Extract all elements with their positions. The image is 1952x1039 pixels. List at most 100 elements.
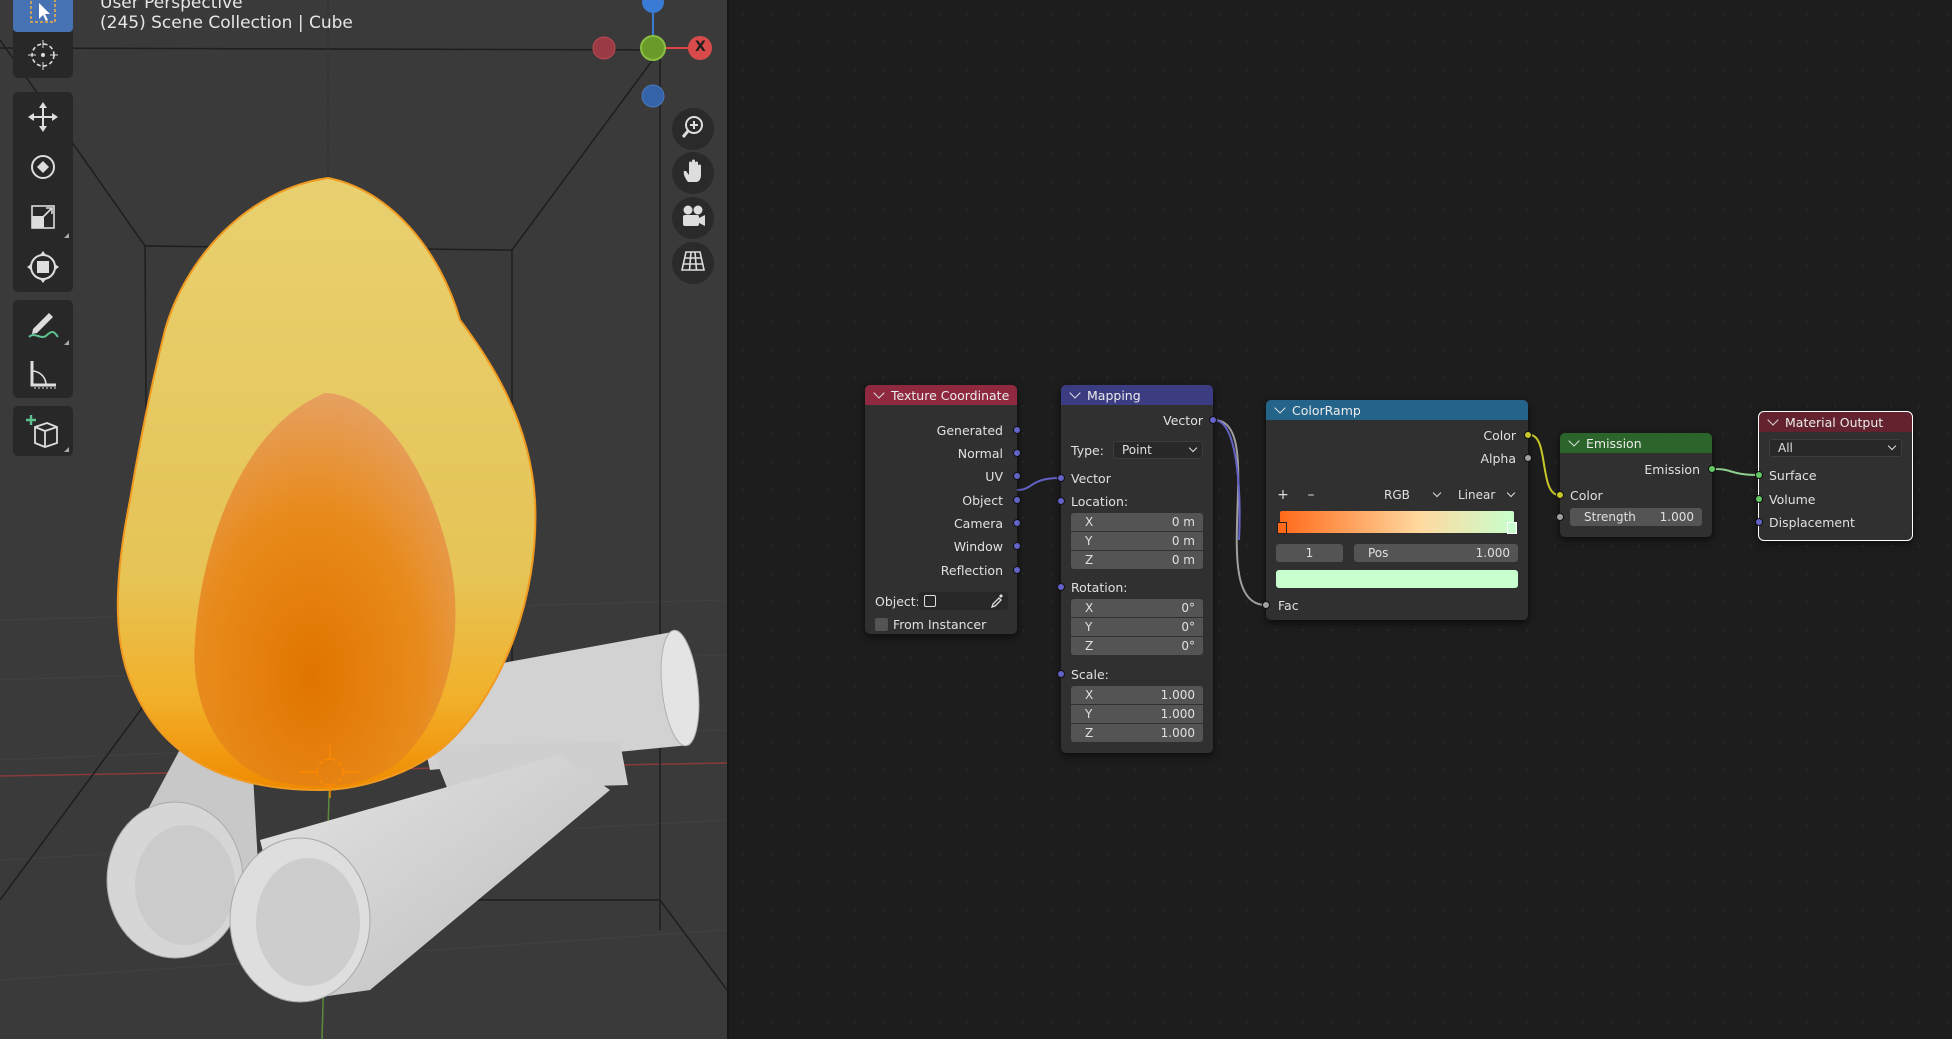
transform-tool[interactable] [13, 242, 73, 292]
add-cube-tool[interactable] [13, 406, 73, 456]
socket-emission-out[interactable] [1708, 465, 1716, 473]
socket-fac-in[interactable] [1262, 601, 1270, 609]
axis-label: Z [1085, 553, 1094, 567]
stop-color-swatch[interactable] [1276, 570, 1518, 588]
annotate-tool[interactable] [13, 300, 73, 349]
socket-alpha-out[interactable] [1524, 454, 1532, 462]
target-value: All [1778, 441, 1793, 455]
socket-normal[interactable] [1013, 449, 1021, 457]
cursor-tool[interactable] [13, 32, 73, 78]
location-z-field[interactable]: Z 0 m [1071, 551, 1203, 569]
socket-uv[interactable] [1013, 472, 1021, 480]
output-color: Color [1483, 427, 1516, 443]
viewport-view-title: User Perspective [100, 0, 243, 13]
chevron-down-icon [1506, 488, 1516, 498]
scene-render [0, 0, 727, 1039]
measure-tool[interactable] [13, 349, 73, 398]
3d-viewport[interactable]: User Perspective (245) Scene Collection … [0, 0, 727, 1039]
node-colorramp[interactable]: ColorRamp Color Alpha + – RGB Linear 1 P… [1262, 400, 1532, 620]
ramp-stop-right[interactable] [1507, 522, 1517, 534]
socket-strength-in[interactable] [1556, 513, 1564, 521]
node-header[interactable]: Texture Coordinate [865, 385, 1017, 405]
from-instancer-checkbox[interactable] [875, 618, 888, 631]
field-value: 1.000 [1160, 688, 1195, 702]
axis-label: Y [1085, 534, 1093, 548]
socket-location[interactable] [1057, 497, 1065, 505]
location-y-field[interactable]: Y 0 m [1071, 532, 1203, 550]
zoom-button[interactable] [672, 108, 714, 150]
collapse-chevron-icon[interactable] [873, 387, 885, 399]
socket-volume-in[interactable] [1755, 495, 1763, 503]
rotation-z-field[interactable]: Z 0° [1071, 637, 1203, 655]
socket-scale[interactable] [1057, 670, 1065, 678]
annotate-pencil-icon [25, 307, 61, 343]
rotation-x-field[interactable]: X 0° [1071, 599, 1203, 617]
pan-hand-icon [680, 158, 706, 188]
type-dropdown[interactable]: Point [1113, 441, 1203, 459]
ramp-stop-left[interactable] [1277, 522, 1287, 534]
socket-surface-in[interactable] [1755, 471, 1763, 479]
target-dropdown[interactable]: All [1769, 439, 1902, 457]
interpolation-dropdown[interactable]: Linear [1450, 486, 1520, 504]
socket-reflection[interactable] [1013, 566, 1021, 574]
camera-view-button[interactable] [672, 197, 714, 239]
node-header[interactable]: Material Output [1759, 412, 1912, 432]
strength-field[interactable]: Strength 1.000 [1570, 508, 1702, 526]
node-texture-coordinate[interactable]: Texture Coordinate Generated Normal UV O… [865, 385, 1021, 634]
socket-vector-out[interactable] [1209, 416, 1217, 424]
add-stop-button[interactable]: + [1274, 485, 1292, 505]
collapse-chevron-icon[interactable] [1069, 387, 1081, 399]
eyedropper-icon[interactable] [990, 593, 1004, 612]
shader-node-editor[interactable]: Texture Coordinate Generated Normal UV O… [729, 0, 1952, 1039]
stop-index-field[interactable]: 1 [1276, 544, 1343, 562]
socket-rotation[interactable] [1057, 583, 1065, 591]
socket-generated[interactable] [1013, 426, 1021, 434]
link-color-to-emission [1529, 434, 1560, 496]
socket-vector-in[interactable] [1057, 474, 1065, 482]
ramp-menu-button[interactable] [1330, 485, 1348, 505]
socket-window[interactable] [1013, 542, 1021, 550]
socket-color-in[interactable] [1556, 491, 1564, 499]
node-header[interactable]: Emission [1560, 433, 1712, 453]
ortho-toggle-button[interactable] [672, 242, 714, 284]
from-instancer-label: From Instancer [893, 616, 987, 632]
node-title: Mapping [1087, 387, 1141, 403]
scale-tool[interactable] [13, 192, 73, 242]
pan-button[interactable] [672, 152, 714, 194]
scale-y-field[interactable]: Y 1.000 [1071, 705, 1203, 723]
node-emission[interactable]: Emission Emission Color Strength 1.000 [1556, 433, 1716, 537]
3d-cursor-icon [26, 38, 60, 72]
axis-label: Y [1085, 707, 1093, 721]
node-header[interactable]: Mapping [1061, 385, 1213, 405]
node-material-output[interactable]: Material Output All Surface Volume Displ… [1755, 411, 1913, 541]
output-emission: Emission [1644, 461, 1700, 477]
remove-stop-button[interactable]: – [1302, 485, 1320, 505]
move-tool[interactable] [13, 92, 73, 142]
stop-position-field[interactable]: Pos 1.000 [1354, 544, 1518, 562]
viewport-collection-label: (245) Scene Collection | Cube [100, 13, 353, 33]
object-picker-field[interactable] [918, 592, 1008, 610]
color-mode-dropdown[interactable]: RGB [1376, 486, 1446, 504]
scale-z-field[interactable]: Z 1.000 [1071, 724, 1203, 742]
socket-object[interactable] [1013, 496, 1021, 504]
collapse-chevron-icon[interactable] [1568, 435, 1580, 447]
node-mapping[interactable]: Mapping Vector Type: Point Vector Locati… [1057, 385, 1217, 753]
axis-gizmo[interactable]: X [590, 0, 720, 115]
link-object-to-vector [1016, 477, 1061, 491]
collapse-chevron-icon[interactable] [1274, 402, 1286, 414]
color-ramp-gradient[interactable] [1280, 511, 1514, 533]
select-box-tool[interactable] [13, 0, 73, 32]
field-value: 1.000 [1160, 726, 1195, 740]
axis-label: Z [1085, 639, 1094, 653]
rotation-y-field[interactable]: Y 0° [1071, 618, 1203, 636]
socket-displacement-in[interactable] [1755, 518, 1763, 526]
socket-color-out[interactable] [1524, 431, 1532, 439]
node-header[interactable]: ColorRamp [1266, 400, 1528, 420]
axis-label: Y [1085, 620, 1093, 634]
location-x-field[interactable]: X 0 m [1071, 513, 1203, 531]
scale-x-field[interactable]: X 1.000 [1071, 686, 1203, 704]
add-cube-icon [25, 413, 61, 449]
rotate-tool[interactable] [13, 142, 73, 192]
collapse-chevron-icon[interactable] [1767, 414, 1779, 426]
socket-camera[interactable] [1013, 519, 1021, 527]
